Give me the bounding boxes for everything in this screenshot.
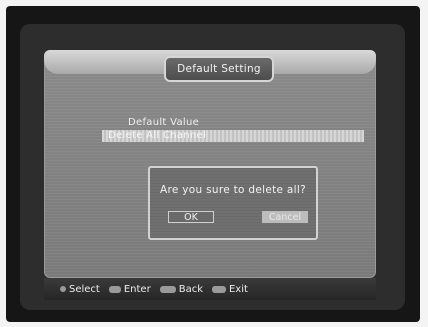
- footer-item-back: Back: [159, 283, 203, 295]
- footer-label: Back: [178, 283, 203, 295]
- footer-item-exit: Exit: [211, 283, 248, 295]
- footer-item-select: Select: [54, 284, 100, 295]
- settings-panel: Default Setting Default Value Delete All…: [44, 50, 376, 278]
- screen: Default Setting Default Value Delete All…: [20, 24, 405, 310]
- footer-label: Select: [69, 283, 100, 295]
- dot-icon: [60, 286, 66, 292]
- exit-key-icon: [211, 285, 226, 293]
- dialog-message: Are you sure to delete all?: [160, 184, 306, 196]
- cancel-button[interactable]: Cancel: [262, 211, 308, 223]
- page-title: Default Setting: [164, 56, 274, 82]
- ok-button[interactable]: OK: [168, 211, 214, 223]
- tv-bezel: Default Setting Default Value Delete All…: [6, 6, 420, 322]
- menu-item-delete-all-channel[interactable]: Delete All Channel: [108, 130, 206, 141]
- menu-item-default-value[interactable]: Default Value: [128, 117, 199, 128]
- menu-key-icon: [159, 285, 176, 293]
- footer-help-bar: Select Enter Back Exit: [44, 278, 376, 300]
- confirm-dialog: Are you sure to delete all? OK Cancel: [148, 166, 318, 240]
- footer-item-enter: Enter: [108, 283, 151, 295]
- footer-label: Exit: [228, 283, 248, 295]
- footer-label: Enter: [123, 283, 151, 295]
- ok-key-icon: [108, 285, 121, 293]
